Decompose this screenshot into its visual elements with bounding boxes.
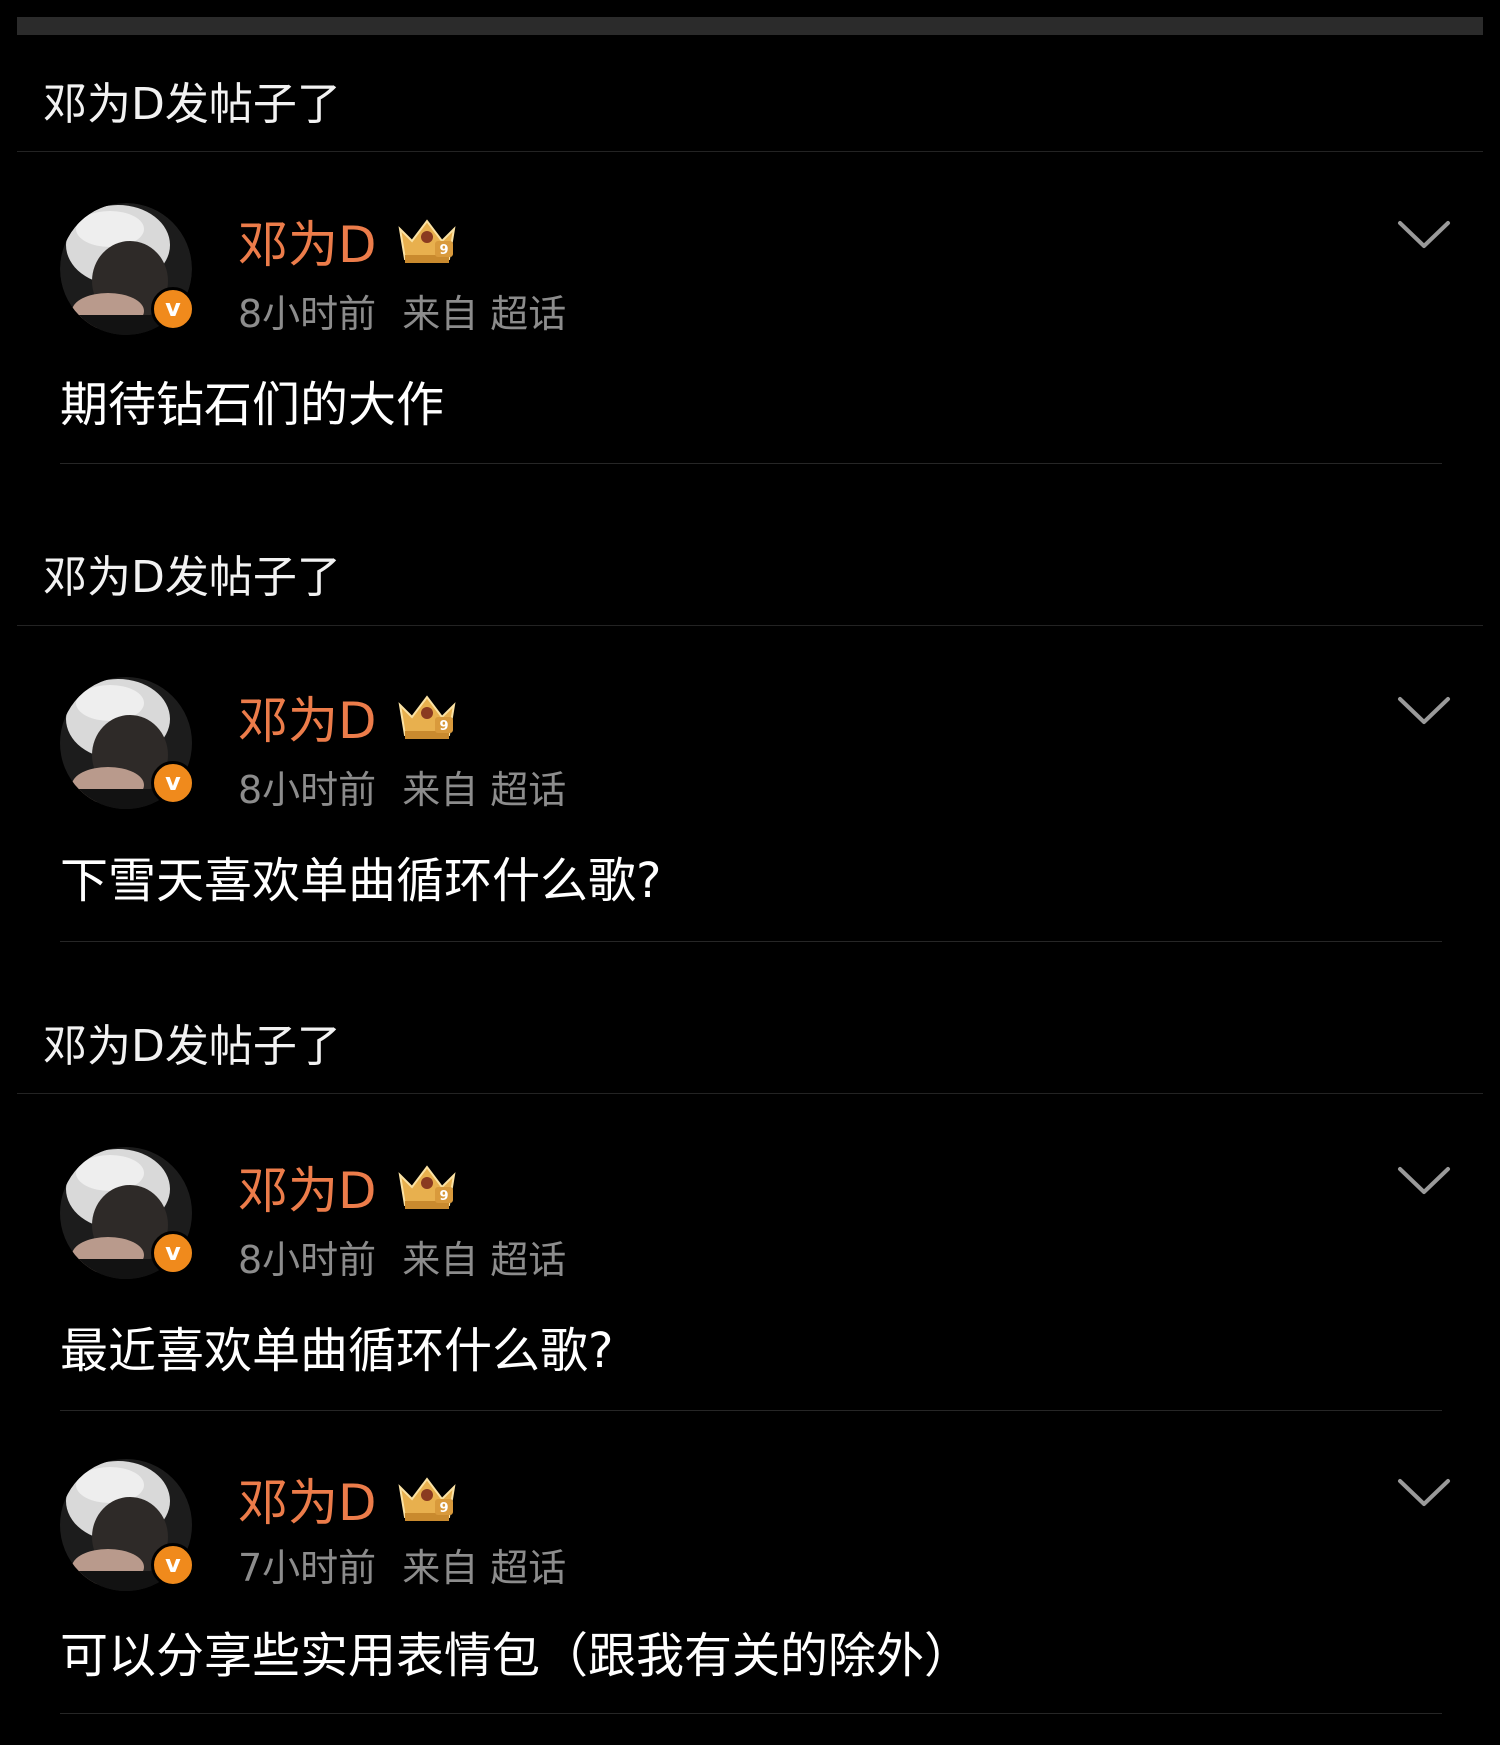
verified-v-icon: v: [151, 761, 195, 805]
username[interactable]: 邓为D: [238, 681, 377, 753]
post-text[interactable]: 下雪天喜欢单曲循环什么歌?: [60, 841, 661, 911]
verified-v-icon: v: [151, 287, 195, 331]
crown-level-9-icon: 9: [398, 1165, 456, 1209]
post-time: 8小时前: [238, 292, 377, 336]
verified-v-icon: v: [151, 1231, 195, 1275]
post-text[interactable]: 最近喜欢单曲循环什么歌?: [60, 1311, 613, 1381]
source-prefix: 来自: [402, 1546, 479, 1590]
crown-level-9-icon: 9: [398, 219, 456, 263]
svg-text:9: 9: [439, 243, 448, 258]
avatar[interactable]: v: [60, 203, 205, 348]
username[interactable]: 邓为D: [238, 1463, 377, 1535]
username[interactable]: 邓为D: [238, 205, 377, 277]
post-card[interactable]: v 邓为D 9 8小时前 来自 超话 最近喜欢单曲循环什么歌?: [0, 1141, 1500, 1411]
divider: [60, 1713, 1442, 1714]
source-link[interactable]: 超话: [490, 768, 566, 812]
post-time: 7小时前: [238, 1546, 377, 1590]
post-meta: 8小时前 来自 超话: [238, 283, 592, 338]
post-time: 8小时前: [238, 1238, 377, 1282]
post-text[interactable]: 可以分享些实用表情包（跟我有关的除外）: [60, 1616, 972, 1686]
svg-text:9: 9: [439, 1501, 448, 1516]
post-card[interactable]: v 邓为D 9 7小时前 来自 超话 可以分享些实用表情包（跟我有关的除外）: [0, 1455, 1500, 1715]
source-prefix: 来自: [402, 768, 479, 812]
avatar[interactable]: v: [60, 1147, 205, 1292]
post-card[interactable]: v 邓为D 9 8小时前 来自 超话 下雪天喜欢单曲循环什么歌?: [0, 671, 1500, 941]
chevron-down-icon[interactable]: [1397, 219, 1451, 251]
post-meta: 8小时前 来自 超话: [238, 1229, 592, 1284]
avatar[interactable]: v: [60, 677, 205, 822]
username[interactable]: 邓为D: [238, 1151, 377, 1223]
chevron-down-icon[interactable]: [1397, 1165, 1451, 1197]
source-link[interactable]: 超话: [490, 292, 566, 336]
source-prefix: 来自: [402, 1238, 479, 1282]
post-meta: 7小时前 来自 超话: [238, 1537, 592, 1592]
crown-level-9-icon: 9: [398, 695, 456, 739]
divider: [60, 1410, 1442, 1411]
post-meta: 8小时前 来自 超话: [238, 759, 592, 814]
source-link[interactable]: 超话: [490, 1238, 566, 1282]
verified-v-icon: v: [151, 1543, 195, 1587]
section-title: 邓为D发帖子了: [43, 1021, 341, 1072]
top-bar: [17, 17, 1483, 35]
chevron-down-icon[interactable]: [1397, 1477, 1451, 1509]
section-title: 邓为D发帖子了: [43, 79, 341, 130]
chevron-down-icon[interactable]: [1397, 695, 1451, 727]
source-prefix: 来自: [402, 292, 479, 336]
source-link[interactable]: 超话: [490, 1546, 566, 1590]
avatar[interactable]: v: [60, 1459, 205, 1604]
post-text[interactable]: 期待钻石们的大作: [60, 365, 444, 435]
svg-text:9: 9: [439, 1189, 448, 1204]
crown-level-9-icon: 9: [398, 1477, 456, 1521]
post-time: 8小时前: [238, 768, 377, 812]
svg-text:9: 9: [439, 719, 448, 734]
section-title: 邓为D发帖子了: [43, 552, 341, 603]
post-card[interactable]: v 邓为D 9 8小时前 来自 超话 期待钻石们的大作: [0, 195, 1500, 465]
